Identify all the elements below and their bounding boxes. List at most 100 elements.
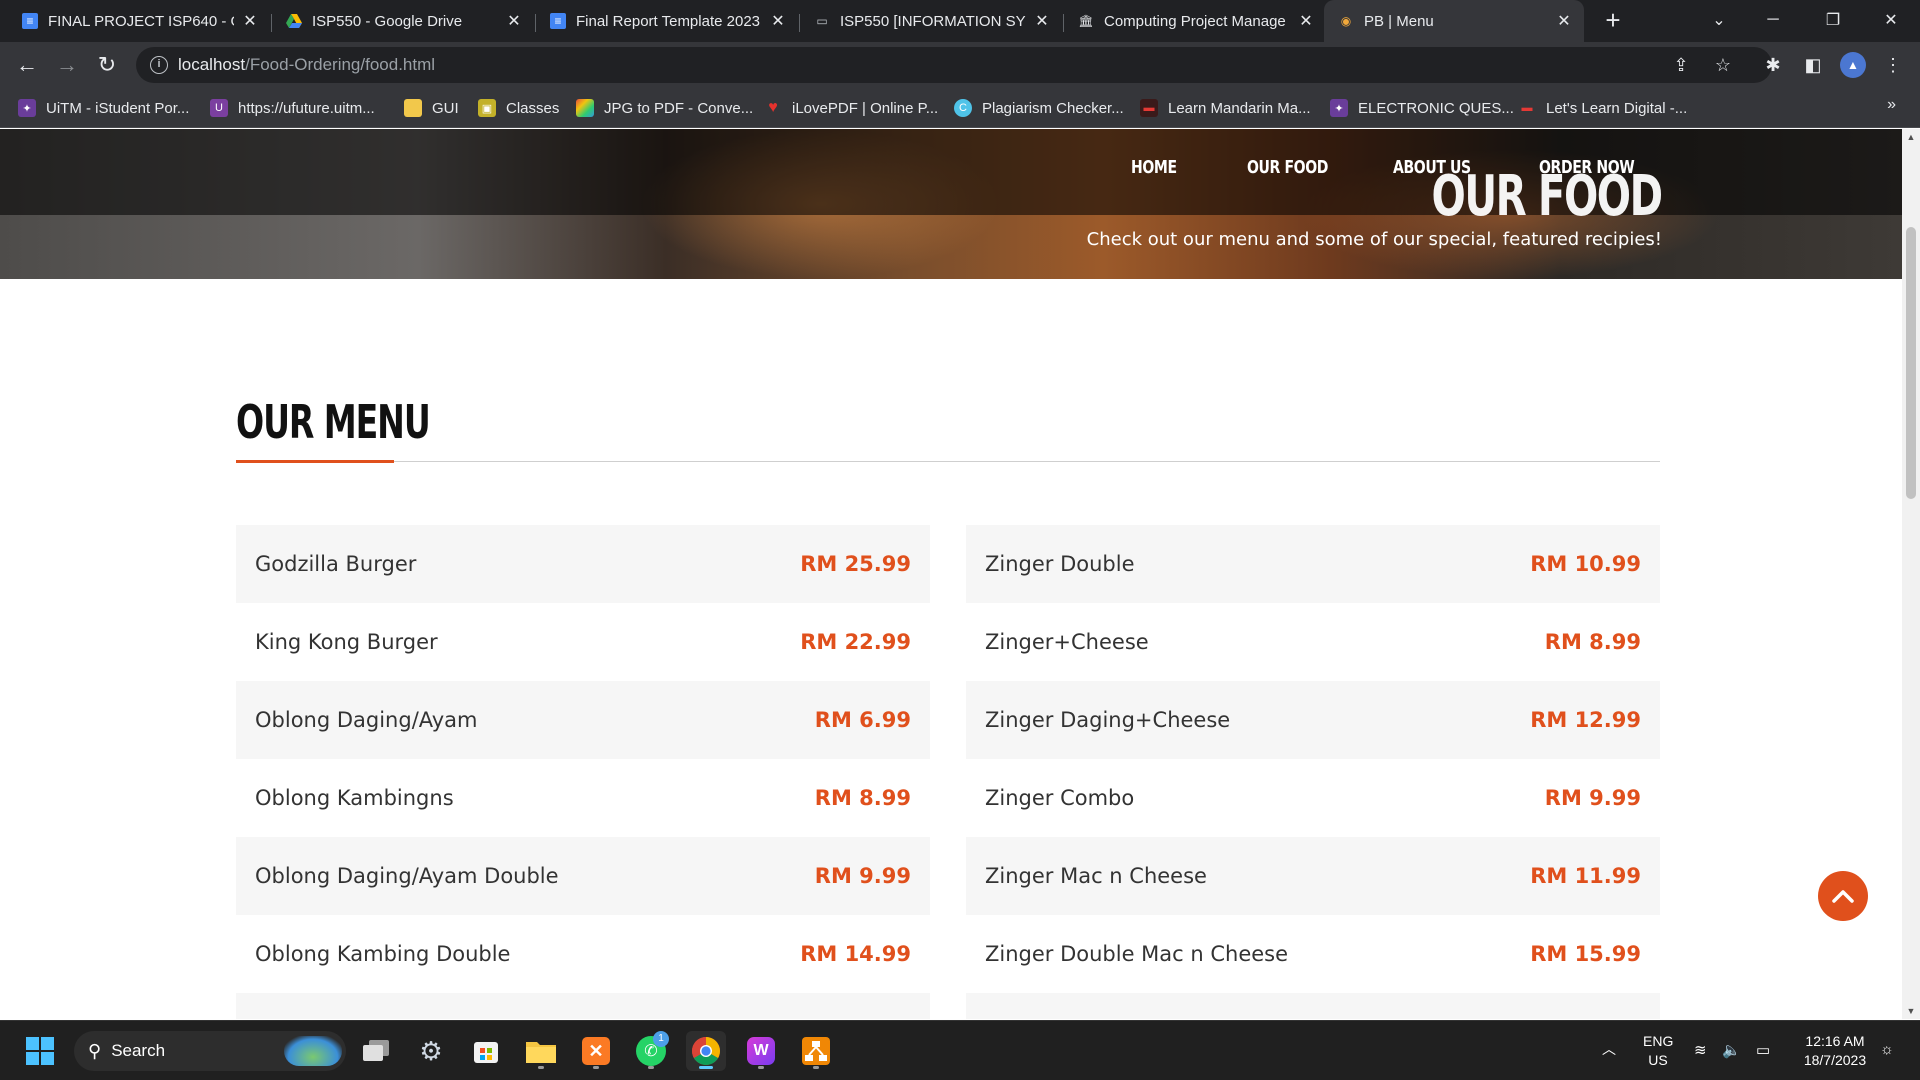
- tab-search-chevron-icon[interactable]: ⌄: [1696, 0, 1742, 40]
- bookmark-item[interactable]: ✦ ELECTRONIC QUES...: [1330, 96, 1514, 120]
- scrollbar-thumb[interactable]: [1906, 227, 1916, 499]
- folder-icon: [404, 99, 422, 117]
- youtube-icon: ▬: [1521, 102, 1533, 114]
- browser-tab[interactable]: ≡ FINAL PROJECT ISP640 - Go ✕: [8, 6, 270, 36]
- menu-item-name: Zinger+Cheese: [985, 630, 1149, 654]
- notification-badge: 1: [653, 1031, 669, 1047]
- google-classroom-icon: ▣: [478, 99, 496, 117]
- address-bar[interactable]: i localhost/Food-Ordering/food.html ⇪ ☆: [136, 47, 1772, 83]
- start-button[interactable]: [20, 1031, 60, 1071]
- menu-item-name: Zinger Combo: [985, 786, 1135, 810]
- browser-tab[interactable]: ≡ Final Report Template 2023 ✕: [536, 6, 798, 36]
- clock[interactable]: 12:16 AM 18/7/2023: [1792, 1032, 1878, 1070]
- bookmark-item[interactable]: ▣ Classes: [478, 96, 559, 120]
- wps-office-app[interactable]: W: [741, 1031, 781, 1071]
- url-path: /Food-Ordering/food.html: [245, 55, 436, 74]
- bookmark-item[interactable]: ▬ Learn Mandarin Ma...: [1140, 96, 1311, 120]
- bookmark-star-icon[interactable]: ☆: [1712, 54, 1734, 76]
- close-tab-icon[interactable]: ✕: [506, 13, 522, 30]
- back-arrow-icon[interactable]: ←: [12, 50, 42, 80]
- scroll-up-arrow-icon[interactable]: ▲: [1902, 129, 1920, 145]
- wifi-icon[interactable]: ≋: [1694, 1041, 1707, 1059]
- more-menu-icon[interactable]: ⋮: [1880, 52, 1906, 78]
- gear-icon: ⚙: [419, 1035, 443, 1066]
- bookmark-item[interactable]: ▬ Let's Learn Digital -...: [1518, 96, 1688, 120]
- uitm-crest-icon: ✦: [18, 99, 36, 117]
- close-tab-icon[interactable]: ✕: [1034, 13, 1050, 30]
- browser-tab[interactable]: 🏛 Computing Project Manage ✕: [1064, 6, 1326, 36]
- nav-link-home[interactable]: HOME: [1131, 157, 1177, 178]
- notification-bell-icon[interactable]: ☼: [1880, 1041, 1894, 1058]
- minimize-button[interactable]: ─: [1750, 0, 1796, 40]
- bookmark-item[interactable]: ✦ UiTM - iStudent Por...: [18, 96, 189, 120]
- chrome-app[interactable]: [686, 1031, 726, 1071]
- menu-item-name: King Kong Burger: [255, 630, 438, 654]
- nav-link-our-food[interactable]: OUR FOOD: [1247, 157, 1328, 178]
- menu-item-price: RM 15.99: [1530, 942, 1641, 966]
- restore-button[interactable]: ❐: [1810, 0, 1856, 40]
- side-panel-icon[interactable]: ◧: [1800, 52, 1826, 78]
- bookmark-label: UiTM - iStudent Por...: [46, 99, 190, 117]
- clock-time: 12:16 AM: [1805, 1033, 1865, 1049]
- chrome-icon: [692, 1037, 720, 1065]
- menu-item-price: RM 14.99: [800, 942, 911, 966]
- menu-item: Oblong Daging/Ayam Double RM 9.99: [236, 837, 930, 915]
- laptop-icon: ▭: [816, 14, 828, 28]
- xampp-app[interactable]: ✕: [576, 1031, 616, 1071]
- store-icon: [474, 1042, 498, 1063]
- bookmark-item[interactable]: ♥ iLovePDF | Online P...: [764, 96, 938, 120]
- menu-item-price: RM 9.99: [814, 864, 911, 888]
- ufuture-icon: U: [210, 99, 228, 117]
- forward-arrow-icon[interactable]: →: [52, 50, 82, 80]
- menu-item: Zinger Double RM 10.99: [966, 525, 1660, 603]
- show-hidden-icons-chevron[interactable]: ︿: [1602, 1039, 1616, 1059]
- tab-title: FINAL PROJECT ISP640 - Go: [48, 12, 234, 30]
- google-docs-icon: ≡: [22, 13, 38, 29]
- language-indicator[interactable]: ENG US: [1643, 1032, 1673, 1070]
- reload-icon[interactable]: ↻: [92, 50, 122, 80]
- taskbar-search[interactable]: ⚲ Search: [74, 1031, 346, 1071]
- drawio-app[interactable]: [796, 1031, 836, 1071]
- page-scrollbar[interactable]: ▲ ▼: [1902, 129, 1920, 1019]
- bookmark-item[interactable]: GUI: [404, 96, 459, 120]
- close-tab-icon[interactable]: ✕: [1298, 13, 1314, 30]
- file-explorer-app[interactable]: [521, 1031, 561, 1071]
- browser-tab-active[interactable]: ◉ PB | Menu ✕: [1324, 0, 1584, 42]
- bookmark-label: Plagiarism Checker...: [982, 99, 1124, 117]
- browser-tab[interactable]: ISP550 - Google Drive ✕: [272, 6, 534, 36]
- whatsapp-app[interactable]: ✆ 1: [631, 1031, 671, 1071]
- share-icon[interactable]: ⇪: [1670, 54, 1692, 76]
- menu-item-name: Oblong Daging/Ayam: [255, 708, 478, 732]
- more-bookmarks-chevron[interactable]: »: [1887, 96, 1896, 114]
- jpg-to-pdf-icon: [576, 99, 594, 117]
- volume-icon[interactable]: 🔈: [1722, 1041, 1741, 1059]
- close-tab-icon[interactable]: ✕: [770, 13, 786, 30]
- close-window-button[interactable]: ✕: [1868, 0, 1914, 40]
- search-icon: ⚲: [88, 1040, 102, 1061]
- menu-item: Godzilla Burger RM 25.99: [236, 525, 930, 603]
- scroll-down-arrow-icon[interactable]: ▼: [1902, 1003, 1920, 1019]
- settings-app[interactable]: ⚙: [411, 1031, 451, 1071]
- task-view-button[interactable]: [356, 1031, 396, 1071]
- plagiarism-checker-icon: C: [954, 99, 972, 117]
- tab-title: ISP550 - Google Drive: [312, 12, 463, 30]
- extensions-puzzle-icon[interactable]: ✱: [1760, 52, 1786, 78]
- battery-icon[interactable]: ▭: [1756, 1041, 1770, 1059]
- bookmark-item[interactable]: C Plagiarism Checker...: [954, 96, 1124, 120]
- site-info-icon[interactable]: i: [150, 56, 168, 74]
- microsoft-store-app[interactable]: [466, 1031, 506, 1071]
- back-to-top-button[interactable]: [1818, 871, 1868, 921]
- bookmark-label: Learn Mandarin Ma...: [1168, 99, 1311, 117]
- running-indicator: [813, 1066, 819, 1069]
- task-view-icon: [363, 1040, 389, 1061]
- browser-tab[interactable]: ▭ ISP550 [INFORMATION SYS ✕: [800, 6, 1062, 36]
- bookmark-item[interactable]: Uhttps://ufuture.uitm...: [210, 96, 375, 120]
- windows-taskbar: ⚲ Search ⚙ ✕ ✆ 1 W ︿ ENG US ≋ 🔈 ▭ 12:16 A…: [0, 1020, 1920, 1080]
- google-docs-icon: ≡: [550, 13, 566, 29]
- close-tab-icon[interactable]: ✕: [242, 13, 258, 30]
- bookmark-item[interactable]: JPG to PDF - Conve...: [576, 96, 753, 120]
- profile-avatar[interactable]: ▲: [1840, 52, 1866, 78]
- bookmark-label: GUI: [432, 99, 459, 117]
- close-tab-icon[interactable]: ✕: [1556, 13, 1572, 30]
- new-tab-button[interactable]: +: [1600, 7, 1626, 34]
